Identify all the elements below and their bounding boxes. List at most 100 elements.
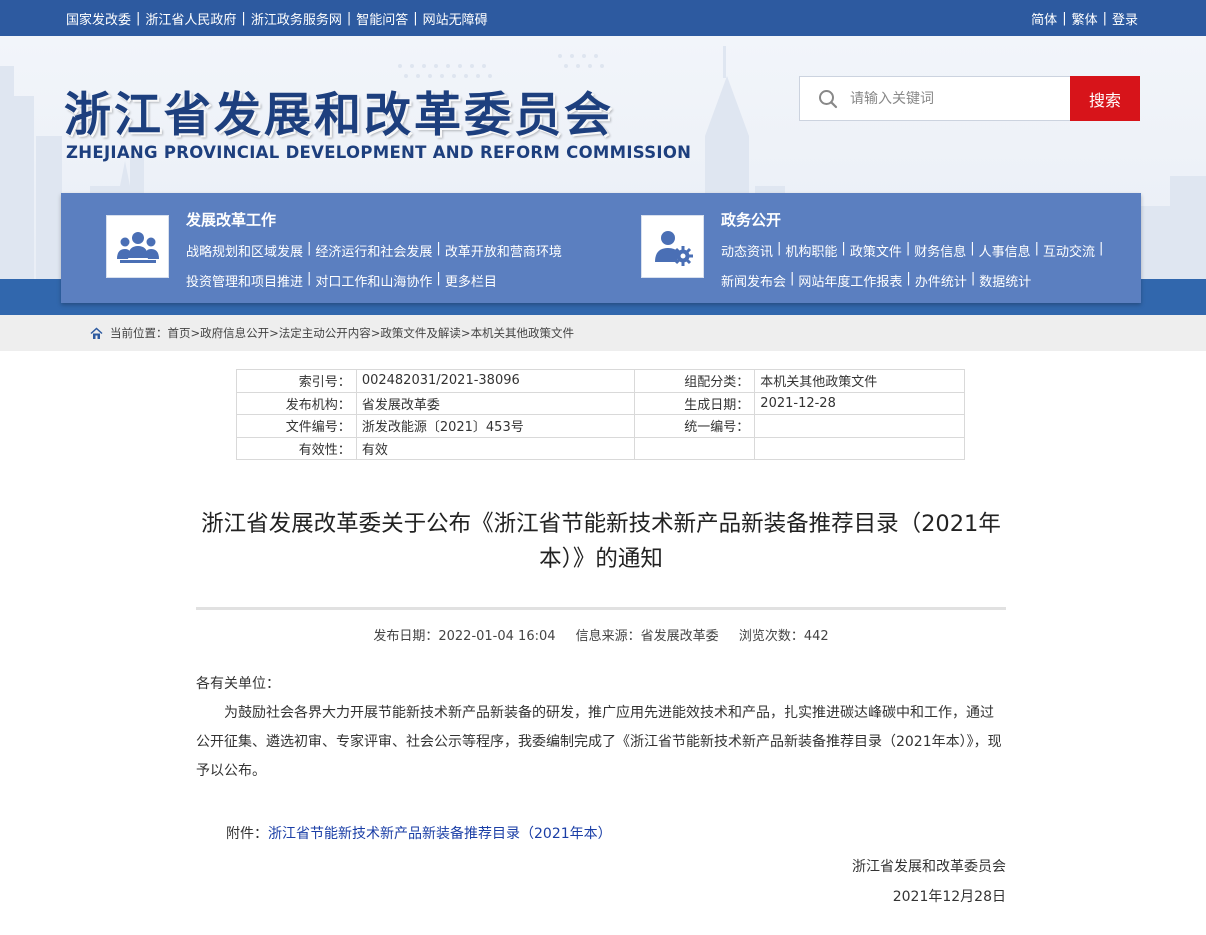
- separator: |: [136, 10, 141, 26]
- nav-icon-box[interactable]: [106, 215, 169, 278]
- breadcrumb-prefix: 当前位置：: [110, 326, 168, 340]
- meta-key: 统一编号：: [634, 414, 756, 438]
- separator: |: [436, 271, 441, 286]
- nav-link-case-stats[interactable]: 办件统计: [915, 271, 967, 290]
- meta-key: 生成日期：: [634, 391, 756, 415]
- table-row: 有效性： 有效: [236, 436, 965, 460]
- nav-line-1: 战略规划和区域发展 | 经济运行和社会发展 | 改革开放和营商环境: [186, 241, 562, 260]
- separator: >: [460, 326, 471, 340]
- nav-link-personnel[interactable]: 人事信息: [979, 241, 1031, 260]
- separator: |: [346, 10, 352, 26]
- title-divider: [196, 607, 1006, 610]
- breadcrumb-item[interactable]: 政府信息公开: [200, 325, 269, 341]
- document-meta-table: 索引号： 002482031/2021-38096 组配分类： 本机关其他政策文…: [236, 369, 965, 460]
- search-button[interactable]: 搜索: [1070, 76, 1140, 121]
- nav-link-reform[interactable]: 改革开放和营商环境: [445, 241, 562, 260]
- simplified-link[interactable]: 简体: [1031, 9, 1057, 28]
- attachment-label: 附件：: [226, 826, 268, 842]
- meta-key: 索引号：: [236, 369, 357, 393]
- nav-panel: 发展改革工作 战略规划和区域发展 | 经济运行和社会发展 | 改革开放和营商环境 投…: [61, 193, 1141, 303]
- nav-link-strategy[interactable]: 战略规划和区域发展: [186, 241, 303, 260]
- nav-link-press[interactable]: 新闻发布会: [721, 271, 786, 290]
- search-input[interactable]: [850, 90, 1050, 107]
- nav-link-finance[interactable]: 财务信息: [914, 241, 966, 260]
- top-link-zj-gov[interactable]: 浙江省人民政府: [145, 9, 236, 28]
- group-people-icon: [116, 231, 159, 263]
- nav-link-policy[interactable]: 政策文件: [850, 241, 902, 260]
- top-links: 国家发改委 | 浙江省人民政府 | 浙江政务服务网 | 智能问答 | 网站无障碍: [66, 0, 488, 36]
- home-icon: [90, 326, 103, 339]
- meta-value: [754, 414, 965, 438]
- separator: |: [1062, 10, 1067, 26]
- separator: |: [307, 271, 312, 286]
- article-body: 各有关单位： 为鼓励社会各界大力开展节能新技术新产品新装备的研发，推广应用先进能…: [196, 670, 1006, 786]
- nav-group-title[interactable]: 发展改革工作: [186, 209, 276, 230]
- signature: 浙江省发展和改革委员会: [852, 859, 1006, 875]
- nav-link-more[interactable]: 更多栏目: [445, 271, 497, 290]
- article-title: 浙江省发展改革委关于公布《浙江省节能新技术新产品新装备推荐目录（2021年本）》…: [201, 511, 1001, 572]
- nav-link-economy[interactable]: 经济运行和社会发展: [315, 241, 432, 260]
- user-gear-icon: [654, 230, 693, 266]
- site-logo-english: ZHEJIANG PROVINCIAL DEVELOPMENT AND REFO…: [66, 143, 692, 162]
- separator: >: [190, 326, 201, 340]
- breadcrumb-bar: 当前位置： 首页 > 政府信息公开 > 法定主动公开内容 > 政策文件及解读 > 本机关…: [0, 315, 1206, 351]
- nav-line-2: 投资管理和项目推进 | 对口工作和山海协作 | 更多栏目: [186, 271, 497, 290]
- meta-key: 有效性：: [236, 436, 357, 460]
- separator: |: [1102, 10, 1107, 26]
- nav-link-news[interactable]: 动态资讯: [721, 241, 773, 260]
- search-box: [799, 76, 1071, 121]
- top-link-accessibility[interactable]: 网站无障碍: [423, 9, 488, 28]
- top-link-qa[interactable]: 智能问答: [356, 9, 408, 28]
- separator: |: [777, 241, 782, 256]
- top-bar: 国家发改委 | 浙江省人民政府 | 浙江政务服务网 | 智能问答 | 网站无障碍 简体 |…: [0, 0, 1206, 36]
- breadcrumb-item[interactable]: 法定主动公开内容: [279, 325, 371, 341]
- signature-date: 2021年12月28日: [892, 889, 1006, 905]
- separator: |: [307, 241, 312, 256]
- traditional-link[interactable]: 繁体: [1072, 9, 1098, 28]
- nav-link-annual-report[interactable]: 网站年度工作报表: [798, 271, 902, 290]
- separator: |: [436, 241, 441, 256]
- separator: |: [905, 241, 911, 256]
- breadcrumb-item[interactable]: 首页: [168, 325, 191, 341]
- table-row: 索引号： 002482031/2021-38096 组配分类： 本机关其他政策文…: [236, 369, 965, 393]
- breadcrumb-item[interactable]: 政策文件及解读: [380, 325, 461, 341]
- separator: >: [269, 326, 279, 340]
- meta-value: [754, 436, 965, 460]
- separator: |: [906, 271, 911, 286]
- top-right-links: 简体 | 繁体 | 登录: [1031, 0, 1138, 36]
- top-link-zj-service[interactable]: 浙江政务服务网: [251, 9, 342, 28]
- meta-value: 2021-12-28: [754, 391, 965, 415]
- nav-line-2: 新闻发布会 | 网站年度工作报表 | 办件统计 | 数据统计: [721, 271, 1031, 290]
- site-logo-chinese[interactable]: 浙江省发展和改革委员会: [64, 76, 614, 145]
- nav-link-interaction[interactable]: 互动交流: [1043, 241, 1095, 260]
- nav-link-investment[interactable]: 投资管理和项目推进: [186, 271, 303, 290]
- nav-link-cooperation[interactable]: 对口工作和山海协作: [315, 271, 432, 290]
- login-link[interactable]: 登录: [1112, 9, 1138, 28]
- meta-key: 发布机构：: [236, 391, 357, 415]
- view-count: 浏览次数：442: [738, 629, 829, 644]
- info-source: 信息来源：省发展改革委: [575, 629, 719, 644]
- nav-icon-box[interactable]: [641, 215, 704, 278]
- meta-value: 有效: [355, 436, 636, 460]
- top-link-ndrc[interactable]: 国家发改委: [66, 9, 131, 28]
- separator: |: [241, 10, 246, 26]
- meta-value: 浙发改能源〔2021〕453号: [355, 414, 636, 438]
- nav-link-functions[interactable]: 机构职能: [785, 241, 837, 260]
- breadcrumb-item[interactable]: 本机关其他政策文件: [471, 325, 575, 341]
- separator: |: [1099, 241, 1104, 256]
- breadcrumb: 当前位置： 首页 > 政府信息公开 > 法定主动公开内容 > 政策文件及解读 > 本机关…: [90, 315, 574, 351]
- separator: |: [413, 10, 418, 26]
- meta-key: 组配分类：: [634, 369, 756, 393]
- table-row: 文件编号： 浙发改能源〔2021〕453号 统一编号：: [236, 414, 965, 438]
- separator: |: [970, 241, 975, 256]
- separator: |: [1034, 241, 1040, 256]
- attachment-link[interactable]: 浙江省节能新技术新产品新装备推荐目录（2021年本）: [268, 826, 612, 842]
- meta-key: [634, 436, 756, 460]
- separator: >: [370, 326, 381, 340]
- nav-group-title[interactable]: 政务公开: [721, 209, 781, 230]
- salutation: 各有关单位：: [196, 676, 280, 692]
- attachment-row: 附件：浙江省节能新技术新产品新装备推荐目录（2021年本）: [226, 823, 612, 843]
- separator: |: [790, 271, 795, 286]
- nav-group-gov-affairs: 政务公开 动态资讯 | 机构职能 | 政策文件 | 财务信息 | 人事信息 | 互动交流 |…: [641, 193, 1141, 303]
- nav-link-data-stats[interactable]: 数据统计: [979, 271, 1031, 290]
